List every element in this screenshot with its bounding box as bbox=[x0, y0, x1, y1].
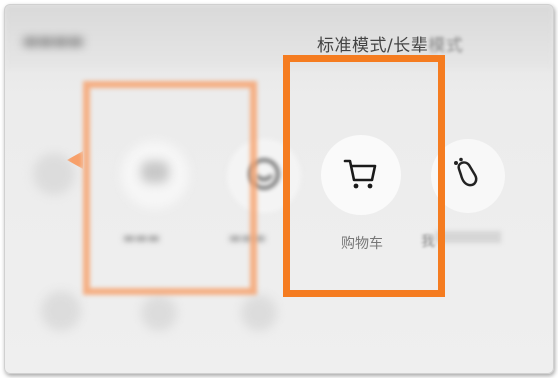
top-left-blurred-text: ▬▬▬▬ bbox=[23, 31, 84, 50]
mode-label-text: 标准模式/长辈 bbox=[317, 36, 429, 56]
blurred-bottom-2 bbox=[141, 295, 177, 331]
screenshot-frame: ▬▬▬▬ 标准模式/长辈模式 购物车 我 ▬▬▬ ▬▬▬ bbox=[4, 4, 554, 374]
highlight-box-primary bbox=[283, 55, 445, 297]
top-bar bbox=[5, 5, 553, 69]
footprint-icon bbox=[449, 155, 487, 197]
blurred-bottom-1 bbox=[41, 291, 81, 331]
blurred-bottom-3 bbox=[241, 295, 277, 331]
mode-label-tail: 模式 bbox=[428, 36, 464, 56]
highlight-box-secondary bbox=[83, 81, 257, 295]
mode-switch-label[interactable]: 标准模式/长辈模式 bbox=[317, 31, 463, 56]
